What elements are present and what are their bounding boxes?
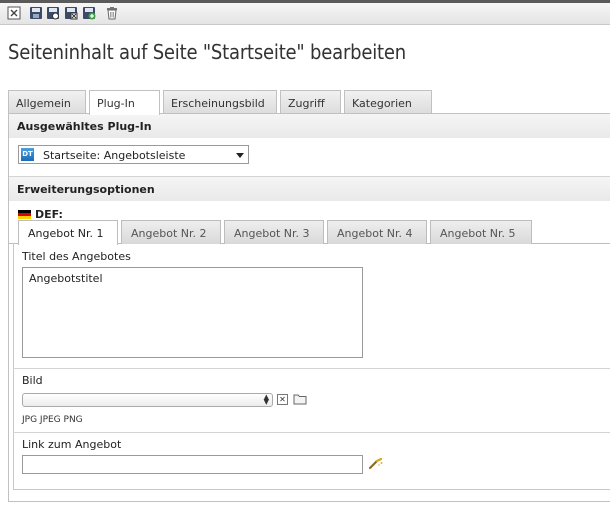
save-close-icon[interactable]	[64, 6, 78, 20]
tab-angebot-4[interactable]: Angebot Nr. 4	[327, 220, 427, 244]
folder-icon[interactable]	[293, 393, 307, 405]
selected-plugin-heading: Ausgewähltes Plug-In	[9, 114, 610, 138]
field-divider	[13, 368, 610, 369]
tab-angebot-5[interactable]: Angebot Nr. 5	[430, 220, 532, 244]
tab-allgemein[interactable]: Allgemein	[8, 90, 86, 114]
link-input[interactable]	[22, 455, 363, 474]
clear-image-button[interactable]: ✕	[277, 394, 288, 405]
tab-angebot-1[interactable]: Angebot Nr. 1	[18, 220, 118, 245]
save-new-icon[interactable]	[82, 6, 96, 20]
plugin-panel: Ausgewähltes Plug-In DT Startseite: Ange…	[8, 113, 610, 502]
tab-plug-in[interactable]: Plug-In	[89, 90, 160, 115]
tab-erscheinungsbild[interactable]: Erscheinungsbild	[163, 90, 277, 114]
chevron-down-icon	[236, 153, 244, 158]
title-textarea[interactable]: Angebotstitel	[22, 267, 363, 358]
plugin-select-value: Startseite: Angebotsleiste	[43, 149, 186, 162]
image-field-label: Bild	[22, 374, 43, 387]
link-field-label: Link zum Angebot	[22, 438, 122, 451]
allowed-file-types: JPG JPEG PNG	[22, 415, 83, 425]
close-icon[interactable]	[7, 6, 21, 20]
page-title: Seiteninhalt auf Seite "Startseite" bear…	[8, 40, 406, 64]
tab-angebot-3[interactable]: Angebot Nr. 3	[224, 220, 324, 244]
field-divider	[13, 432, 610, 433]
save-view-icon[interactable]	[46, 6, 60, 20]
plugin-select[interactable]: DT Startseite: Angebotsleiste	[18, 145, 249, 164]
german-flag-icon	[18, 210, 31, 219]
extension-options-heading: Erweiterungsoptionen	[9, 177, 610, 201]
title-field-label: Titel des Angebotes	[22, 250, 131, 263]
image-select[interactable]: ▲ ▼	[22, 393, 273, 407]
plugin-type-icon: DT	[21, 148, 34, 161]
select-updown-icon: ▲ ▼	[263, 393, 269, 406]
link-wizard-icon[interactable]	[368, 457, 384, 470]
toolbar	[0, 3, 610, 25]
tab-angebot-2[interactable]: Angebot Nr. 2	[121, 220, 221, 244]
tab-kategorien[interactable]: Kategorien	[344, 90, 432, 114]
tab-zugriff[interactable]: Zugriff	[280, 90, 341, 114]
save-icon[interactable]	[29, 6, 43, 20]
delete-icon[interactable]	[105, 6, 119, 20]
